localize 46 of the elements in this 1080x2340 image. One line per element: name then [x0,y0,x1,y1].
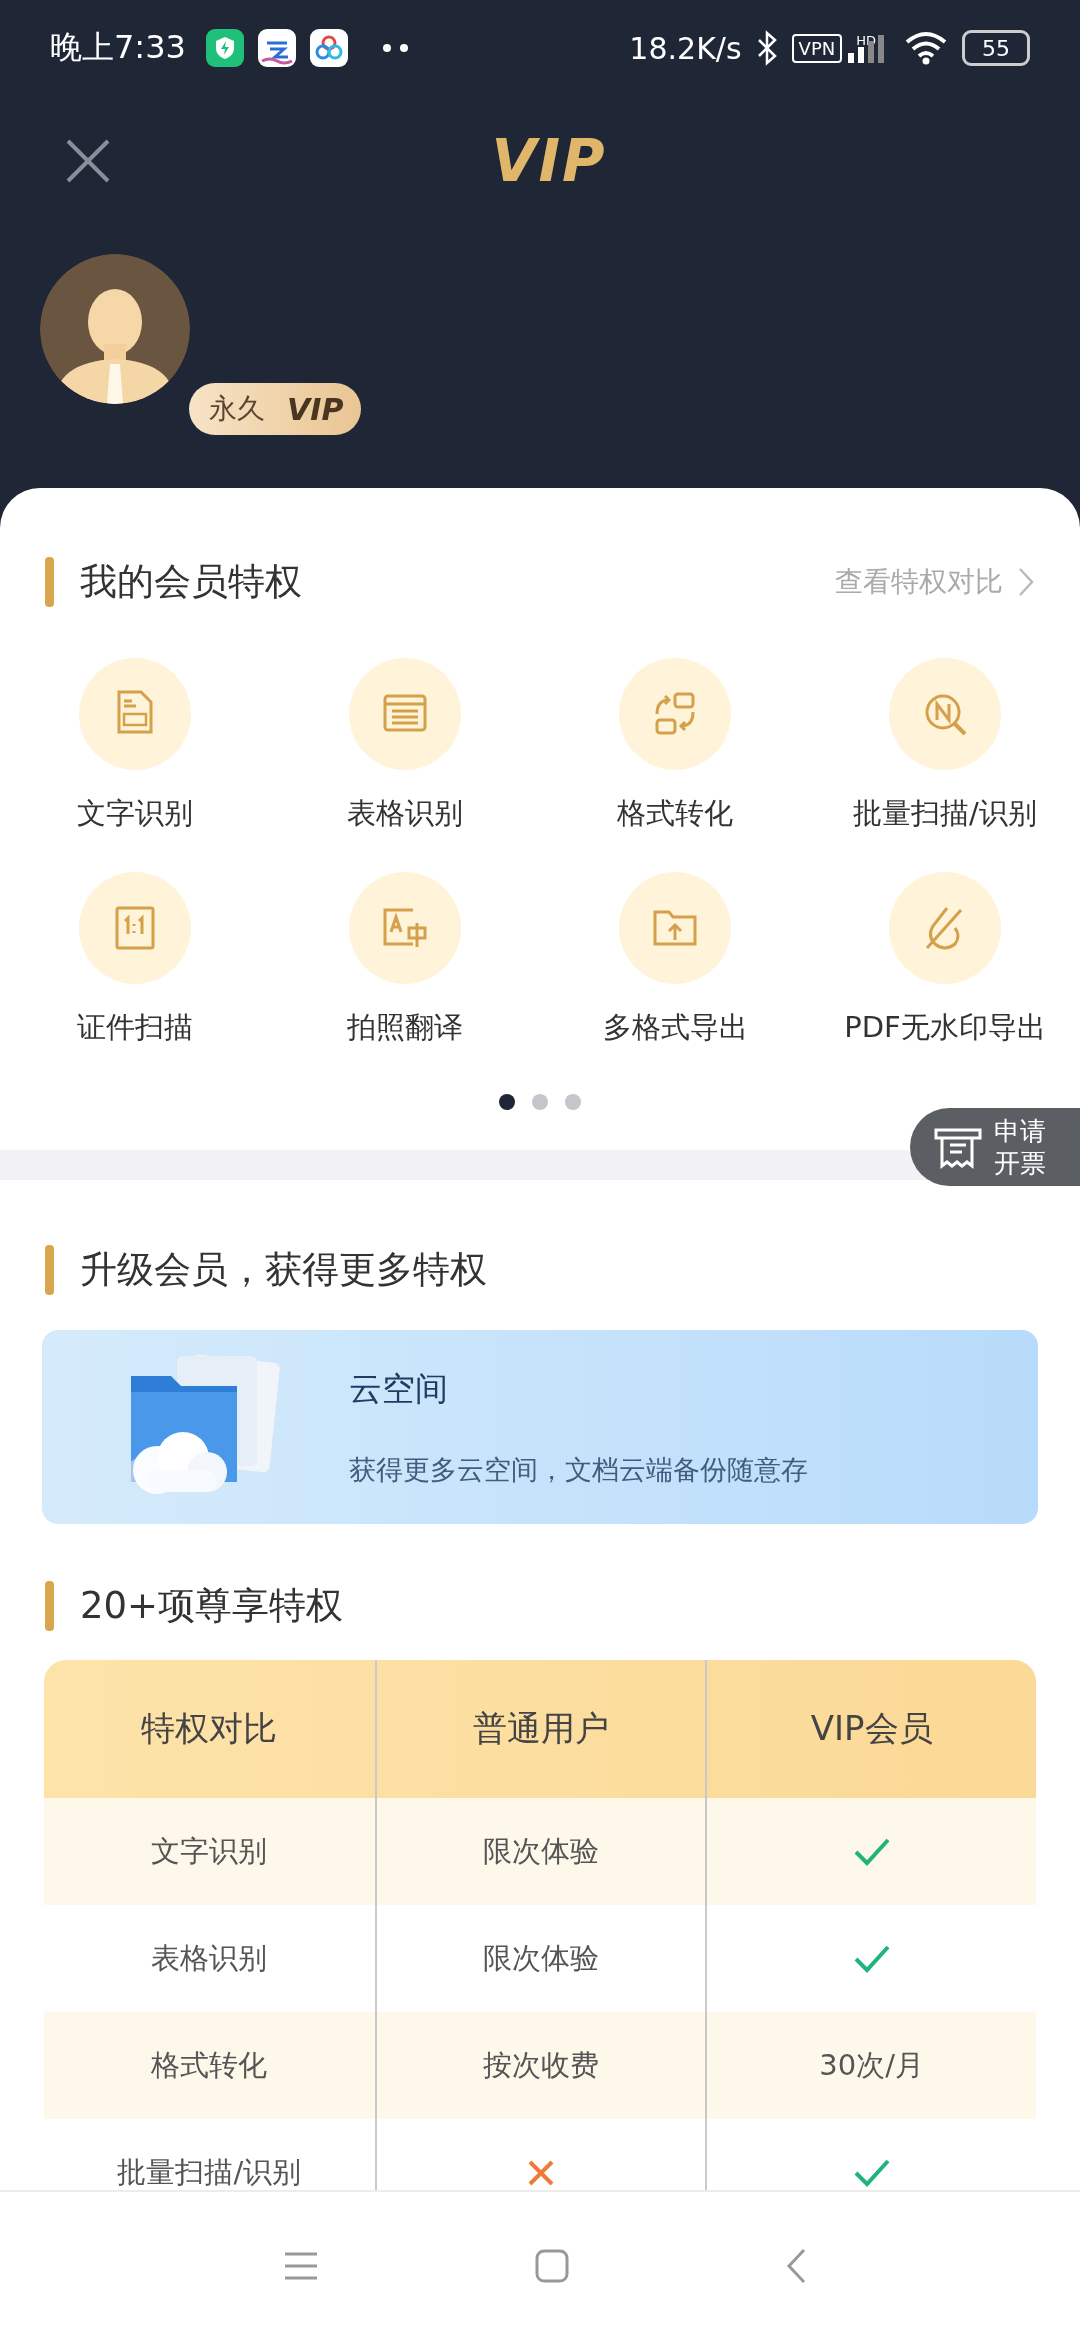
table-cell-text: 按次收费 [483,2046,599,2084]
table-cell-text: 格式转化 [151,2046,268,2084]
feature-label: 格式转化 [617,795,733,832]
table-cell-text: 批量扫描/识别 [117,2153,302,2191]
table-cell-text: 表格识别 [151,1939,268,1977]
clock: 晚上7:33 [50,27,186,68]
home-icon[interactable] [535,2249,569,2283]
table-cell-text: 限次体验 [483,1939,599,1977]
section-title: 我的会员特权 [80,559,302,605]
network-speed: 18.2K/s [629,30,742,66]
table-cell-text: 限次体验 [483,1832,599,1870]
menu-icon[interactable] [283,2251,319,2281]
cloud-space-card[interactable]: 云空间 获得更多云空间，文档云端备份随意存 [42,1330,1038,1524]
page-dot[interactable] [565,1094,581,1110]
app-icon [309,29,348,67]
bluetooth-icon [755,30,778,66]
card-description: 获得更多云空间，文档云端备份随意存 [349,1452,808,1487]
feature-label: 表格识别 [347,795,463,832]
feature-label: 文字识别 [77,795,193,832]
feature-label: 拍照翻译 [347,1009,463,1046]
vpn-indicator: VPN [791,33,843,63]
accent-bar [45,1245,54,1295]
page-dot[interactable] [532,1094,548,1110]
feature-label: 多格式导出 [602,1009,748,1046]
membership-badge: 永久 VIP [189,383,362,435]
close-icon[interactable] [64,137,112,185]
card-title: 云空间 [349,1367,449,1410]
section-title: 升级会员，获得更多特权 [80,1247,487,1293]
vip-logo: VIP [491,127,607,195]
table-cell-text: 文字识别 [151,1832,268,1870]
wifi-icon [904,30,948,66]
app-icon [257,29,296,67]
feature-label: 证件扫描 [77,1009,193,1046]
feature-label: PDF无水印导出 [844,1009,1046,1046]
table-cell-text: 30次/月 [819,2046,924,2084]
battery-indicator: 55 [962,30,1030,66]
back-icon[interactable] [785,2248,807,2284]
section-title: 20+项尊享特权 [80,1583,344,1629]
chevron-right-icon [1017,566,1035,598]
column-header: 特权对比 [140,1707,279,1750]
invoice-button[interactable]: 申请开票 [910,1108,1080,1186]
app-icon [205,29,244,67]
page-dot[interactable] [499,1094,515,1110]
accent-bar [45,1581,54,1631]
feature-label: 批量扫描/识别 [853,795,1037,832]
accent-bar [45,557,54,607]
